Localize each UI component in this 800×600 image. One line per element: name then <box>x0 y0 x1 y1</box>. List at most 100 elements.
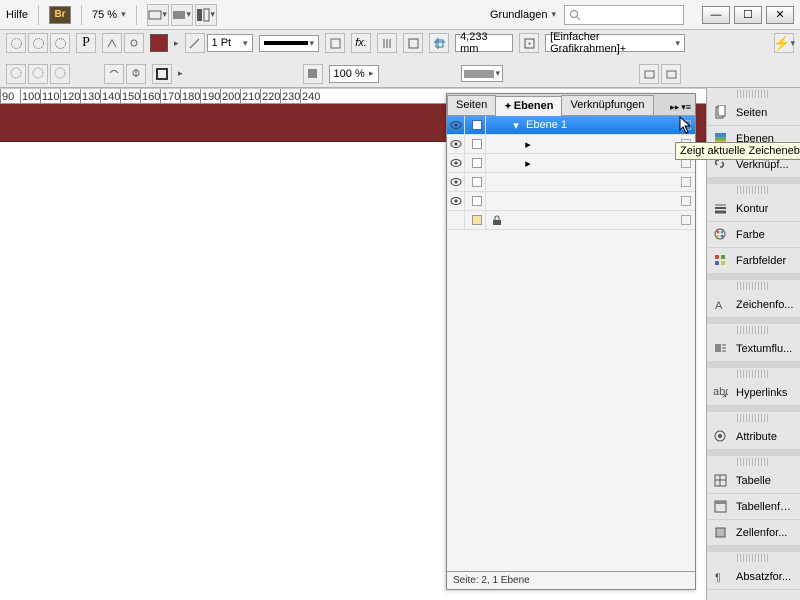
crop-icon[interactable] <box>429 33 449 53</box>
svg-text:¶: ¶ <box>715 572 721 584</box>
dock-label: Zellenfor... <box>736 527 787 539</box>
dock-label: Textumflu... <box>736 343 792 355</box>
stroke-icon <box>713 201 728 216</box>
dock-item-pages[interactable]: Seiten <box>707 100 800 126</box>
effects-button[interactable]: fx. <box>351 33 371 53</box>
quick-apply-button[interactable]: ⚡▾ <box>774 33 794 53</box>
minimize-button[interactable]: — <box>702 6 730 24</box>
svg-text:A: A <box>715 300 723 312</box>
stroke-swatch[interactable] <box>152 64 172 84</box>
visibility-toggle[interactable] <box>447 173 465 192</box>
target-square[interactable] <box>681 215 691 225</box>
color-icon <box>713 227 728 242</box>
visibility-toggle[interactable] <box>447 154 465 173</box>
zoom-level[interactable]: 75 %▾ <box>92 9 126 21</box>
selection-square[interactable] <box>468 211 486 230</box>
dock-item-stroke[interactable]: Kontur <box>707 196 800 222</box>
target-square[interactable] <box>681 177 691 187</box>
cursor-icon <box>679 116 693 134</box>
visibility-toggle[interactable] <box>447 116 465 135</box>
frame-style-field[interactable]: [Einfacher Grafikrahmen]+▾ <box>545 34 685 52</box>
visibility-toggle[interactable] <box>447 192 465 211</box>
dock-label: Kontur <box>736 203 768 215</box>
path-ops[interactable] <box>6 33 70 53</box>
tooltip: Zeigt aktuelle Zeicheneben <box>675 142 800 160</box>
dock-item-table[interactable]: Tabelle <box>707 468 800 494</box>
frame-width-field[interactable]: 4,233 mm <box>455 34 513 52</box>
view-mode-1-button[interactable]: ▾ <box>147 4 169 26</box>
layer-row[interactable] <box>447 211 695 230</box>
arrange-button[interactable]: ▾ <box>195 4 217 26</box>
visibility-toggle[interactable] <box>447 211 465 230</box>
swatches-icon <box>713 253 728 268</box>
dock-item-color[interactable]: Farbe <box>707 222 800 248</box>
disclosure-triangle[interactable]: ▸ <box>523 157 533 170</box>
lock-icon <box>489 215 505 226</box>
dock-label: Farbfelder <box>736 255 786 267</box>
selection-square[interactable] <box>468 173 486 192</box>
dock-label: Seiten <box>736 107 767 119</box>
selection-square[interactable] <box>468 192 486 211</box>
target-square[interactable] <box>681 196 691 206</box>
dock-item-char[interactable]: AZeichenfo... <box>707 292 800 318</box>
close-button[interactable]: ✕ <box>766 6 794 24</box>
pages-icon <box>713 105 728 120</box>
maximize-button[interactable]: ☐ <box>734 6 762 24</box>
tab-verknuepfungen[interactable]: Verknüpfungen <box>561 95 653 115</box>
opacity-field[interactable]: 100 %▸ <box>329 65 379 83</box>
layer-row[interactable]: ▾Ebene 1 <box>447 116 695 135</box>
layers-panel: Seiten ✦Ebenen Verknüpfungen ▸▸ ▾≡ ▾Eben… <box>446 93 696 590</box>
anchor-1[interactable] <box>102 33 122 53</box>
dock-item-tablef[interactable]: Tabellenfo... <box>707 494 800 520</box>
char-icon: A <box>713 297 728 312</box>
layers-status: Seite: 2, 1 Ebene <box>447 571 695 589</box>
panel-menu-icon[interactable]: ▾≡ <box>681 102 691 113</box>
layer-row[interactable]: ▸ <box>447 154 695 173</box>
table-icon <box>713 473 728 488</box>
anchor-2[interactable] <box>124 33 144 53</box>
panel-dock: SeitenEbenenVerknüpf...KonturFarbeFarbfe… <box>706 88 800 600</box>
tab-seiten[interactable]: Seiten <box>447 95 496 115</box>
dock-label: Tabelle <box>736 475 771 487</box>
disclosure-triangle[interactable]: ▾ <box>511 119 521 132</box>
dock-item-attr[interactable]: Attribute <box>707 424 800 450</box>
bridge-button[interactable]: Br <box>49 6 71 24</box>
search-input[interactable] <box>564 5 684 25</box>
help-menu[interactable]: Hilfe <box>6 9 28 21</box>
corner-opts[interactable] <box>325 33 345 53</box>
dock-label: Farbe <box>736 229 765 241</box>
dock-label: Absatzfor... <box>736 571 791 583</box>
layer-row[interactable]: ▸ <box>447 135 695 154</box>
dock-item-swatches[interactable]: Farbfelder <box>707 248 800 274</box>
wrap-icon <box>713 341 728 356</box>
dock-item-wrap[interactable]: Textumflu... <box>707 336 800 362</box>
stroke-weight-field[interactable]: 1 Pt▾ <box>207 34 253 52</box>
text-icon[interactable]: P <box>76 33 96 53</box>
layer-row[interactable] <box>447 173 695 192</box>
disclosure-triangle[interactable]: ▸ <box>523 138 533 151</box>
dock-item-cellf[interactable]: Zellenfor... <box>707 520 800 546</box>
text-col[interactable] <box>377 33 397 53</box>
tab-ebenen[interactable]: ✦Ebenen <box>495 96 562 116</box>
visibility-toggle[interactable] <box>447 135 465 154</box>
workspace-switcher[interactable]: Grundlagen ▾ <box>490 9 556 21</box>
lib-2[interactable] <box>661 64 681 84</box>
selection-square[interactable] <box>468 116 486 135</box>
panel-collapse-icon[interactable]: ▸▸ <box>670 102 679 113</box>
view-mode-2-button[interactable]: ▾ <box>171 4 193 26</box>
dock-label: Tabellenfo... <box>736 501 794 513</box>
dock-item-para[interactable]: ¶ Absatzfor... <box>707 564 800 590</box>
stroke-style[interactable]: ▾ <box>259 35 320 52</box>
control-bar: P ▸ 1 Pt▾ ▾ fx. 4,233 mm [Einfacher Graf… <box>0 30 800 88</box>
lib-1[interactable] <box>639 64 659 84</box>
dock-item-hyper[interactable]: abcHyperlinks <box>707 380 800 406</box>
selection-square[interactable] <box>468 154 486 173</box>
layer-name: Ebene 1 <box>524 119 678 131</box>
selection-square[interactable] <box>468 135 486 154</box>
layer-row[interactable] <box>447 192 695 211</box>
hyper-icon: abc <box>713 385 728 400</box>
para-icon: ¶ <box>713 569 728 584</box>
fit-content[interactable]: ▾ <box>461 65 504 82</box>
cellf-icon <box>713 525 728 540</box>
fill-swatch[interactable] <box>150 34 168 52</box>
